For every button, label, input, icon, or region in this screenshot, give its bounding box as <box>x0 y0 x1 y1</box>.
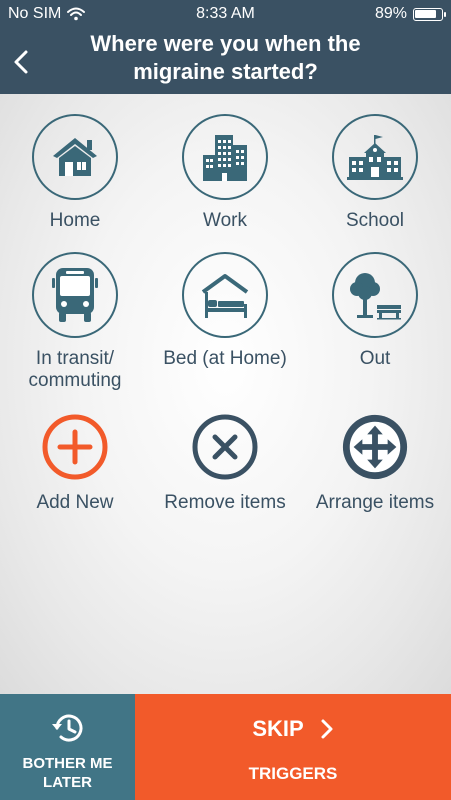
location-label: Home <box>49 210 101 231</box>
location-grid: Home Work School In transit/ commuting B… <box>0 114 451 514</box>
bus-icon <box>52 268 98 322</box>
location-home[interactable]: Home <box>0 114 150 232</box>
skip-row: SKIP <box>135 716 451 742</box>
location-in-transit[interactable]: In transit/ commuting <box>0 252 150 392</box>
skip-label: SKIP <box>252 716 304 741</box>
arrange-icon-wrap <box>340 412 410 482</box>
location-label: School <box>345 210 405 231</box>
status-bar: No SIM 8:33 AM 89% <box>0 0 451 28</box>
action-label: Add New <box>36 492 114 513</box>
location-bed[interactable]: Bed (at Home) <box>150 252 300 392</box>
page-title: Where were you when the migraine started… <box>90 31 361 84</box>
footer-bar: BOTHER ME LATER SKIP TRIGGERS <box>0 694 451 800</box>
move-arrows-icon <box>342 414 408 480</box>
school-icon <box>347 135 403 180</box>
out-circle <box>332 252 418 338</box>
action-label: Arrange items <box>315 492 435 513</box>
location-picker: Home Work School In transit/ commuting B… <box>0 94 451 694</box>
add-new-icon-wrap <box>40 412 110 482</box>
history-icon <box>52 714 83 742</box>
battery-percent: 89% <box>374 5 407 22</box>
location-label: Work <box>203 210 247 231</box>
header: No SIM 8:33 AM 89% Where were you when t… <box>0 0 451 94</box>
location-work[interactable]: Work <box>150 114 300 232</box>
location-out[interactable]: Out <box>300 252 450 392</box>
remove-icon-wrap <box>190 412 260 482</box>
battery-icon <box>413 7 446 21</box>
chevron-left-icon <box>14 50 28 74</box>
bother-label: BOTHER ME LATER <box>22 755 113 791</box>
bed-icon <box>201 274 249 318</box>
history-icon-wrap <box>50 710 86 751</box>
triggers-label: TRIGGERS <box>248 764 338 783</box>
chevron-right-icon <box>321 719 333 739</box>
status-right: 89% <box>374 5 446 23</box>
skip-button[interactable]: SKIP TRIGGERS <box>135 694 451 800</box>
action-label: Remove items <box>164 492 286 513</box>
transit-circle <box>32 252 118 338</box>
work-circle <box>182 114 268 200</box>
bother-me-later-button[interactable]: BOTHER ME LATER <box>0 694 135 800</box>
battery-cap <box>444 11 446 17</box>
arrange-items-button[interactable]: Arrange items <box>300 412 450 514</box>
location-label: Out <box>359 348 391 369</box>
office-building-icon <box>203 135 247 181</box>
battery-fill <box>415 9 436 18</box>
school-circle <box>332 114 418 200</box>
home-icon <box>53 138 97 176</box>
remove-items-button[interactable]: Remove items <box>150 412 300 514</box>
add-new-button[interactable]: Add New <box>0 412 150 514</box>
home-circle <box>32 114 118 200</box>
location-label: Bed (at Home) <box>163 348 287 369</box>
back-button[interactable] <box>8 44 36 80</box>
tree-bench-icon <box>350 273 401 320</box>
plus-circle-icon <box>42 414 108 480</box>
location-school[interactable]: School <box>300 114 450 232</box>
location-label: In transit/ commuting <box>28 348 122 391</box>
bed-circle <box>182 252 268 338</box>
x-circle-icon <box>192 414 258 480</box>
